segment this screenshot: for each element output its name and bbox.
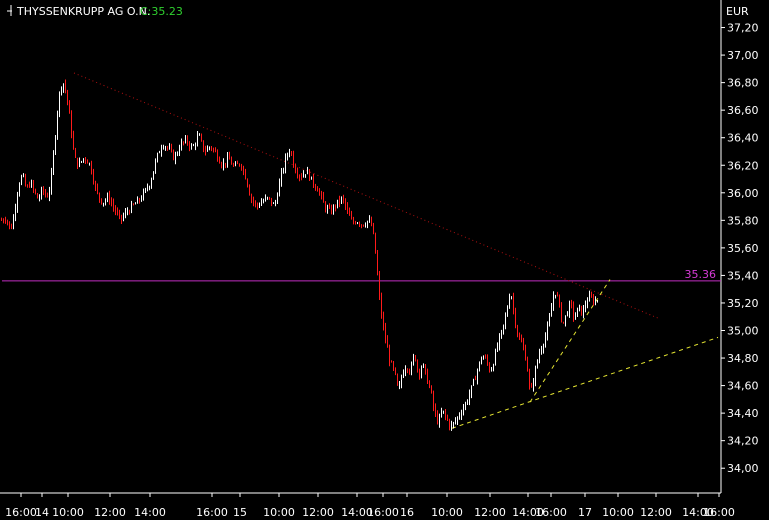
x-tick-label: 16:00: [196, 506, 228, 519]
y-tick-label: 34,20: [727, 435, 759, 448]
x-tick-label: 14: [35, 506, 49, 519]
y-tick-label: 36,60: [727, 104, 759, 117]
x-tick-label: 14:00: [134, 506, 166, 519]
x-tick-label: 12:00: [94, 506, 126, 519]
y-tick-label: 35,60: [727, 242, 759, 255]
x-tick-label: 10:00: [602, 506, 634, 519]
y-tick-label: 34,80: [727, 352, 759, 365]
horizontal-line-label: 35.36: [685, 268, 717, 281]
y-tick-label: 35,20: [727, 297, 759, 310]
currency-label: EUR: [726, 5, 749, 18]
x-tick-label: 10:00: [431, 506, 463, 519]
x-tick-label: 16:00: [703, 506, 735, 519]
x-tick-label: 16:00: [535, 506, 567, 519]
y-tick-label: 34,40: [727, 407, 759, 420]
y-tick-label: 36,00: [727, 187, 759, 200]
price-chart[interactable]: 37,20 37,00 36,80 36,60 36,40 36,20 36,00 35,80…: [0, 0, 769, 520]
chart-title: THYSSENKRUPP AG O.N.: [16, 5, 150, 18]
y-tick-label: 35,40: [727, 269, 759, 282]
y-tick-label: 36,20: [727, 159, 759, 172]
x-tick-label: 16:00: [5, 506, 37, 519]
x-tick-label: 12:00: [474, 506, 506, 519]
x-tick-label: 10:00: [263, 506, 295, 519]
x-tick-label: 12:00: [640, 506, 672, 519]
y-axis-ticks: 37,20 37,00 36,80 36,60 36,40 36,20 36,00 35,80…: [721, 22, 759, 475]
x-tick-label: 17: [578, 506, 592, 519]
y-tick-label: 37,20: [727, 22, 759, 35]
y-tick-label: 35,80: [727, 214, 759, 227]
x-tick-label: 16:00: [367, 506, 399, 519]
x-tick-label: 15: [233, 506, 247, 519]
x-tick-label: 16: [400, 506, 414, 519]
y-tick-label: 36,80: [727, 77, 759, 90]
y-tick-label: 36,40: [727, 132, 759, 145]
chart-background: [0, 0, 769, 520]
x-tick-label: 12:00: [302, 506, 334, 519]
close-price-label: C:35.23: [140, 5, 183, 18]
y-tick-label: 35,00: [727, 325, 759, 338]
y-tick-label: 34,60: [727, 380, 759, 393]
y-tick-label: 34,00: [727, 462, 759, 475]
x-tick-label: 10:00: [52, 506, 84, 519]
y-tick-label: 37,00: [727, 49, 759, 62]
